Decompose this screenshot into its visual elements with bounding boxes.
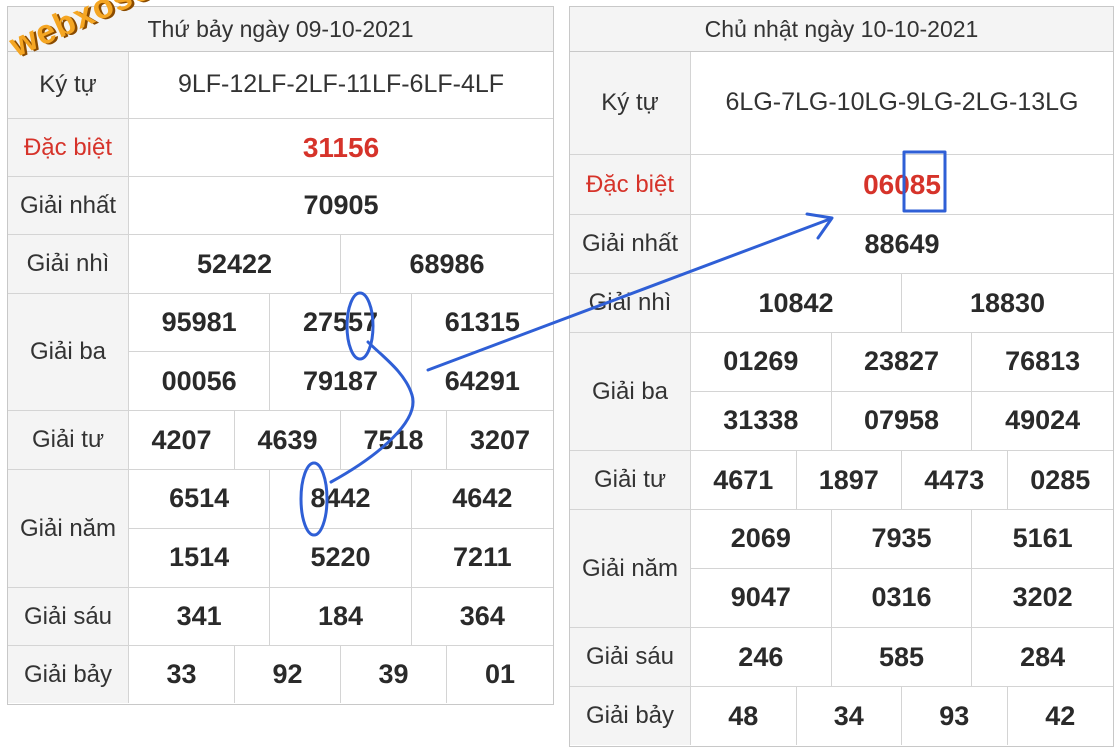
right-row-giai-nhi: Giải nhì 10842 18830 xyxy=(570,274,1113,333)
left-giai-tu-2: 4639 xyxy=(235,411,341,469)
right-label-giai-tu: Giải tư xyxy=(570,451,691,509)
right-row-giai-tu: Giải tư 4671 1897 4473 0285 xyxy=(570,451,1113,510)
left-giai-nhat-value: 70905 xyxy=(303,190,379,220)
left-giai-sau-2: 184 xyxy=(270,588,412,645)
right-giai-bay-3: 93 xyxy=(902,687,1008,745)
right-row-giai-bay: Giải bảy 48 34 93 42 xyxy=(570,687,1113,745)
left-giai-tu-3: 7518 xyxy=(341,411,447,469)
right-giai-nam-3: 5161 xyxy=(972,510,1113,569)
left-label-giai-ba: Giải ba xyxy=(8,294,129,410)
right-date-title: Chủ nhật ngày 10-10-2021 xyxy=(570,7,1113,52)
right-label-giai-nam: Giải năm xyxy=(570,510,691,627)
right-giai-bay-1: 48 xyxy=(691,687,797,745)
right-giai-tu-1: 4671 xyxy=(691,451,797,509)
left-label-giai-nhat: Giải nhất xyxy=(8,177,129,234)
left-row-ky-tu: Ký tự 9LF-12LF-2LF-11LF-6LF-4LF xyxy=(8,52,553,119)
left-giai-ba-1: 95981 xyxy=(129,294,271,352)
right-giai-bay-2: 34 xyxy=(797,687,902,745)
right-giai-bay-4: 42 xyxy=(1045,700,1076,731)
right-giai-nam-2: 7935 xyxy=(831,510,973,569)
right-label-giai-nhat: Giải nhất xyxy=(570,215,691,273)
right-giai-ba-6: 49024 xyxy=(1005,405,1081,436)
left-label-giai-nhi: Giải nhì xyxy=(8,235,129,293)
right-giai-tu-4: 0285 xyxy=(1030,464,1091,495)
right-label-giai-nhi: Giải nhì xyxy=(570,274,691,332)
right-giai-tu-2: 1897 xyxy=(797,451,902,509)
left-giai-sau-1: 341 xyxy=(129,588,271,645)
left-giai-nam-4: 1514 xyxy=(129,528,271,587)
right-label-dac-biet: Đặc biệt xyxy=(570,155,691,214)
right-giai-nhi-2: 18830 xyxy=(969,287,1046,318)
left-giai-sau-3: 364 xyxy=(459,601,505,631)
left-giai-nhi-1: 52422 xyxy=(129,235,341,293)
left-giai-ba-5: 79187 xyxy=(270,352,412,410)
right-giai-nam-4: 9047 xyxy=(691,568,832,627)
left-row-giai-ba: Giải ba 95981 27557 61315 00056 79187 64… xyxy=(8,294,553,411)
left-giai-tu-1: 4207 xyxy=(129,411,235,469)
left-giai-ba-3: 61315 xyxy=(411,294,553,352)
right-ky-tu-value: 6LG-7LG-10LG-9LG-2LG-13LG xyxy=(725,88,1079,117)
left-giai-bay-4: 01 xyxy=(484,659,516,689)
right-giai-sau-3: 284 xyxy=(1020,641,1066,672)
left-giai-bay-1: 33 xyxy=(129,646,235,703)
right-result-table: Chủ nhật ngày 10-10-2021 Ký tự 6LG-7LG-1… xyxy=(569,6,1114,747)
right-row-giai-sau: Giải sáu 246 585 284 xyxy=(570,628,1113,687)
right-row-giai-ba: Giải ba 01269 23827 76813 31338 07958 49… xyxy=(570,333,1113,451)
left-ky-tu-value: 9LF-12LF-2LF-11LF-6LF-4LF xyxy=(177,70,505,99)
right-giai-ba-2: 23827 xyxy=(831,333,973,392)
right-label-giai-bay: Giải bảy xyxy=(570,687,691,745)
right-giai-ba-5: 07958 xyxy=(832,391,973,450)
right-giai-sau-2: 585 xyxy=(832,628,973,686)
left-row-giai-nhat: Giải nhất 70905 xyxy=(8,177,553,235)
left-giai-ba-4: 00056 xyxy=(129,352,271,410)
right-giai-ba-1: 01269 xyxy=(691,333,832,392)
right-giai-nam-5: 0316 xyxy=(832,568,973,627)
left-label-giai-sau: Giải sáu xyxy=(8,588,129,645)
left-row-giai-bay: Giải bảy 33 92 39 01 xyxy=(8,646,553,703)
left-giai-nam-5: 5220 xyxy=(270,528,412,587)
left-label-dac-biet: Đặc biệt xyxy=(8,119,129,176)
left-giai-bay-2: 92 xyxy=(235,646,341,703)
right-row-giai-nam: Giải năm 2069 7935 5161 9047 0316 3202 xyxy=(570,510,1113,628)
left-giai-ba-2: 27557 xyxy=(270,294,412,352)
left-result-table: Thứ bảy ngày 09-10-2021 Ký tự 9LF-12LF-2… xyxy=(7,6,554,705)
left-dac-biet-value: 31156 xyxy=(302,131,380,163)
right-giai-ba-3: 76813 xyxy=(972,333,1113,392)
left-giai-ba-6: 64291 xyxy=(444,365,520,396)
right-giai-nam-6: 3202 xyxy=(1012,582,1073,613)
left-label-giai-nam: Giải năm xyxy=(8,470,129,587)
right-row-ky-tu: Ký tự 6LG-7LG-10LG-9LG-2LG-13LG xyxy=(570,52,1113,155)
left-row-dac-biet: Đặc biệt 31156 xyxy=(8,119,553,177)
right-label-giai-ba: Giải ba xyxy=(570,333,691,450)
right-giai-nam-1: 2069 xyxy=(691,510,832,569)
left-row-giai-nhi: Giải nhì 52422 68986 xyxy=(8,235,553,294)
right-giai-nhat-value: 88649 xyxy=(864,228,940,259)
right-label-giai-sau: Giải sáu xyxy=(570,628,691,686)
right-giai-nhi-1: 10842 xyxy=(691,274,902,332)
left-row-giai-nam: Giải năm 6514 8442 4642 1514 5220 7211 xyxy=(8,470,553,588)
left-row-giai-sau: Giải sáu 341 184 364 xyxy=(8,588,553,646)
right-row-dac-biet: Đặc biệt 06085 xyxy=(570,155,1113,215)
left-giai-nam-3: 4642 xyxy=(411,470,553,529)
right-giai-tu-3: 4473 xyxy=(902,451,1008,509)
left-row-giai-tu: Giải tư 4207 4639 7518 3207 xyxy=(8,411,553,470)
left-giai-nhi-2: 68986 xyxy=(409,248,485,279)
right-dac-biet-value: 06085 xyxy=(863,168,941,200)
right-row-giai-nhat: Giải nhất 88649 xyxy=(570,215,1113,274)
right-giai-ba-4: 31338 xyxy=(691,391,832,450)
left-giai-nam-6: 7211 xyxy=(453,542,512,573)
right-label-ky-tu: Ký tự xyxy=(570,52,691,154)
left-giai-nam-2: 8442 xyxy=(270,470,412,529)
left-label-giai-tu: Giải tư xyxy=(8,411,129,469)
right-giai-sau-1: 246 xyxy=(691,628,832,686)
left-giai-bay-3: 39 xyxy=(341,646,447,703)
left-giai-tu-4: 3207 xyxy=(469,424,531,455)
left-giai-nam-1: 6514 xyxy=(129,470,271,529)
left-label-giai-bay: Giải bảy xyxy=(8,646,129,703)
